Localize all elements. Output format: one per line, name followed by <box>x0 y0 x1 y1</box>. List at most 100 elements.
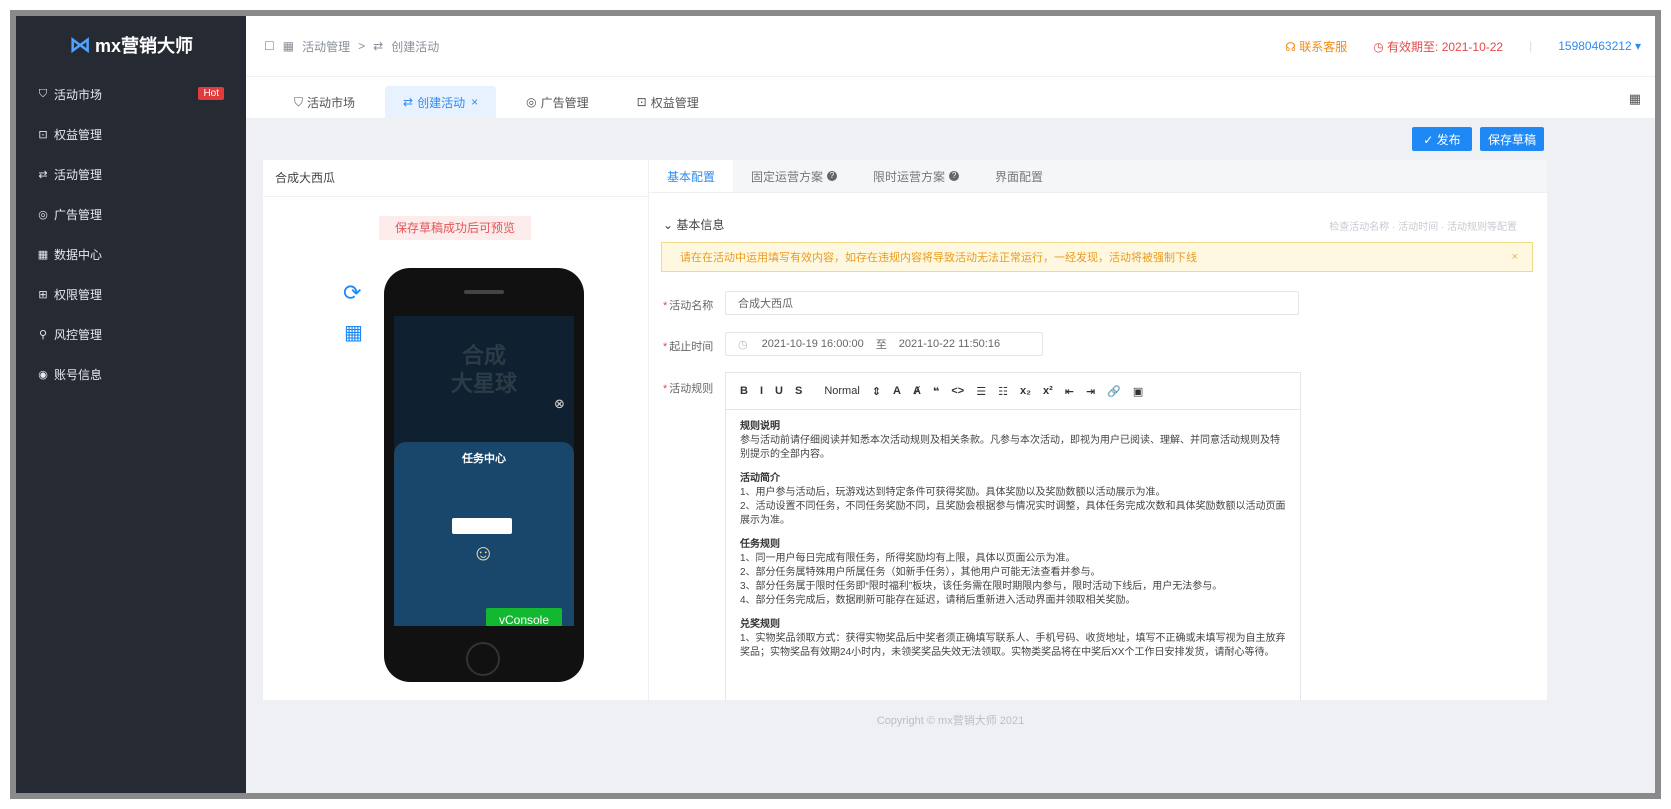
rule-line: 3、部分任务属于限时任务即“限时福利”板块，该任务需在限时期限内参与，限时活动下… <box>740 581 1223 592</box>
end-time: 2021-10-22 11:50:16 <box>898 338 1001 350</box>
toolbar-button[interactable]: 🔗 <box>1107 385 1121 398</box>
tab-close-icon[interactable]: × <box>471 95 478 109</box>
page-tabs: ⛉ 活动市场 ⇄ 创建活动 × ◎ 广告管理 ⊡ 权益管理 ▦ <box>246 76 1655 118</box>
publish-button[interactable]: ✓ 发布 <box>1412 127 1472 151</box>
sidebar-item-ad[interactable]: ◎ 广告管理 <box>16 194 246 234</box>
section-header[interactable]: ⌄ 基本信息 <box>663 216 724 233</box>
account-dropdown[interactable]: 15980463212 ▾ <box>1558 39 1641 53</box>
rule-line: 1、实物奖品领取方式：获得实物奖品后中奖者须正确填写联系人、手机号码、收货地址，… <box>740 633 1286 658</box>
config-panel: 基本配置 固定运营方案? 限时运营方案? 界面配置 ⌄ 基本信息 检查活动名称 … <box>649 160 1547 700</box>
toolbar-button[interactable]: x² <box>1043 385 1053 397</box>
toolbar-button[interactable]: ⇥ <box>1086 385 1095 398</box>
refresh-icon[interactable]: ⟳ <box>343 280 361 306</box>
breadcrumb-separator: > <box>358 39 366 53</box>
label-text: 起止时间 <box>669 341 714 353</box>
gift-icon: ⊡ <box>636 95 647 109</box>
rule-heading: 任务规则 <box>740 539 780 550</box>
breadcrumb-item-activity[interactable]: 活动管理 <box>302 38 350 55</box>
preview-title: 合成大西瓜 <box>263 160 648 197</box>
sidebar-item-cart[interactable]: ⛉ 活动市场 Hot <box>16 74 246 114</box>
qrcode-icon[interactable]: ▦ <box>344 320 363 345</box>
toolbar-button[interactable]: ⇕ <box>872 385 881 398</box>
headset-icon: ☊ <box>1285 39 1300 54</box>
activity-icon: ⇄ <box>403 95 414 109</box>
phone-mockup: 合成 大星球 ⊗ 任务中心 ☺ vConsole <box>384 268 584 682</box>
sidebar-item-permission[interactable]: ⊞ 权限管理 <box>16 274 246 314</box>
warning-alert: 请在在活动中运用填写有效内容，如存在违规内容将导致活动无法正常运行，一经发现，活… <box>661 242 1533 272</box>
toolbar-button[interactable]: A <box>893 385 901 397</box>
game-title-line-1: 合成 <box>461 343 506 368</box>
logo[interactable]: ⋈ mx营销大师 <box>16 16 246 74</box>
grid-icon[interactable]: ▦ <box>1629 91 1641 107</box>
sidebar-item-label: 活动管理 <box>54 167 103 182</box>
editor-toolbar: B I U S Normal ⇕ A Ⱥ ❝ <> ☰ ☷ x₂ x² ⇤ ⇥ 🔗 ▣ <box>726 373 1300 410</box>
vconsole-button[interactable]: vConsole <box>486 608 562 626</box>
permission-icon: ⊞ <box>38 288 48 301</box>
section-hint: 检查活动名称 · 活动时间 · 活动规则等配置 <box>1329 222 1517 233</box>
time-range-picker[interactable]: ◷ 2021-10-19 16:00:00 至 2021-10-22 11:50… <box>725 332 1043 356</box>
cart-icon: ⛉ <box>38 87 48 100</box>
phone-speaker <box>464 290 504 294</box>
rule-line: 1、用户参与活动后，玩游戏达到特定条件可获得奖励。具体奖励以及奖励数额以活动展示… <box>740 487 1166 498</box>
close-icon[interactable]: ⊗ <box>554 396 565 412</box>
toolbar-button[interactable]: Normal <box>824 385 859 397</box>
sidebar-item-risk[interactable]: ⚲ 风控管理 <box>16 314 246 354</box>
tab-rights-management[interactable]: ⊡ 权益管理 <box>619 86 717 118</box>
save-draft-button[interactable]: 保存草稿 <box>1480 127 1544 151</box>
risk-icon: ⚲ <box>38 328 48 341</box>
toolbar-button[interactable]: ⇤ <box>1065 385 1074 398</box>
toolbar-button[interactable]: <> <box>951 385 964 397</box>
rule-line: 2、活动设置不同任务，不同任务奖励不同，且奖励会根据参与情况实时调整，具体任务完… <box>740 501 1286 526</box>
label-text: 活动名称 <box>669 300 714 312</box>
sidebar-item-label: 账号信息 <box>54 367 103 382</box>
toolbar-button[interactable]: ☰ <box>976 385 986 398</box>
toolbar-button[interactable]: S <box>795 385 802 397</box>
rule-line: 2、部分任务属特殊用户所属任务（如新手任务），其他用户可能无法查看并参与。 <box>740 567 1101 578</box>
tab-basic-config[interactable]: 基本配置 <box>649 160 734 192</box>
toolbar-button[interactable]: B <box>740 385 748 397</box>
breadcrumb: ☐ ▦ 活动管理 > ⇄ 创建活动 <box>264 38 439 55</box>
label-time-range: * 起止时间 <box>663 341 714 353</box>
phone-screen: 合成 大星球 ⊗ 任务中心 ☺ vConsole <box>394 316 574 626</box>
rules-rich-text-editor[interactable]: B I U S Normal ⇕ A Ⱥ ❝ <> ☰ ☷ x₂ x² ⇤ ⇥ 🔗 ▣ 规则说明 参与活动前请仔细阅… <box>725 372 1301 700</box>
activity-name-input[interactable]: 合成大西瓜 <box>725 291 1299 315</box>
sidebar-item-label: 权限管理 <box>54 287 103 302</box>
sidebar-item-account[interactable]: ◉ 账号信息 <box>16 354 246 394</box>
help-icon[interactable]: ? <box>949 171 960 181</box>
tab-ad-management[interactable]: ◎ 广告管理 <box>508 86 607 118</box>
toolbar-button[interactable]: Ⱥ <box>913 385 921 397</box>
sidebar: ⋈ mx营销大师 ⛉ 活动市场 Hot ⊡ 权益管理 ⇄ 活动管理 ◎ 广告管理 ▦ 数据中心 ⊞ 权限… <box>16 16 246 793</box>
rule-line: 1、同一用户每日完成有限任务，所得奖励均有上限，具体以页面公示为准。 <box>740 553 1076 564</box>
tab-activity-market[interactable]: ⛉ 活动市场 <box>276 86 373 118</box>
close-icon[interactable]: × <box>1512 251 1518 263</box>
ad-icon: ◎ <box>38 208 48 221</box>
sidebar-item-chart[interactable]: ▦ 数据中心 <box>16 234 246 274</box>
top-header: ☐ ▦ 活动管理 > ⇄ 创建活动 ☊ 联系客服 ◷ 有效期至: 2021-10… <box>246 16 1655 76</box>
toolbar-button[interactable]: ☷ <box>998 385 1008 398</box>
toolbar-button[interactable]: ❝ <box>933 385 939 398</box>
toolbar-button[interactable]: U <box>775 385 783 397</box>
rule-heading: 兑奖规则 <box>740 619 780 630</box>
toolbar-button[interactable]: ▣ <box>1133 385 1143 398</box>
sidebar-item-gift[interactable]: ⊡ 权益管理 <box>16 114 246 154</box>
tab-limited-plan[interactable]: 限时运营方案? <box>855 160 977 192</box>
sidebar-item-activity[interactable]: ⇄ 活动管理 <box>16 154 246 194</box>
tab-create-activity[interactable]: ⇄ 创建活动 × <box>385 86 497 118</box>
game-title-line-2: 大星球 <box>450 371 517 396</box>
app-window: ⋈ mx营销大师 ⛉ 活动市场 Hot ⊡ 权益管理 ⇄ 活动管理 ◎ 广告管理 ▦ 数据中心 ⊞ 权限… <box>16 16 1655 793</box>
speech-bubble <box>452 518 512 534</box>
help-icon[interactable]: ? <box>827 171 838 181</box>
tab-fixed-plan[interactable]: 固定运营方案? <box>733 160 855 192</box>
label-activity-name: * 活动名称 <box>663 300 714 312</box>
breadcrumb-icon: ▦ <box>282 39 295 53</box>
toolbar-button[interactable]: I <box>760 385 763 397</box>
tab-ui-config[interactable]: 界面配置 <box>977 160 1061 192</box>
clock-icon: ◷ <box>1373 39 1388 54</box>
toolbar-button[interactable]: x₂ <box>1020 385 1031 397</box>
editor-content[interactable]: 规则说明 参与活动前请仔细阅读并知悉本次活动规则及相关条款。凡参与本次活动，即视为… <box>726 410 1300 670</box>
collapse-icon[interactable]: ☐ <box>264 39 275 53</box>
account-icon: ◉ <box>38 368 48 381</box>
contact-support-link[interactable]: ☊ 联系客服 <box>1285 38 1347 55</box>
chart-icon: ▦ <box>37 248 49 261</box>
breadcrumb-item-icon: ⇄ <box>373 39 384 53</box>
